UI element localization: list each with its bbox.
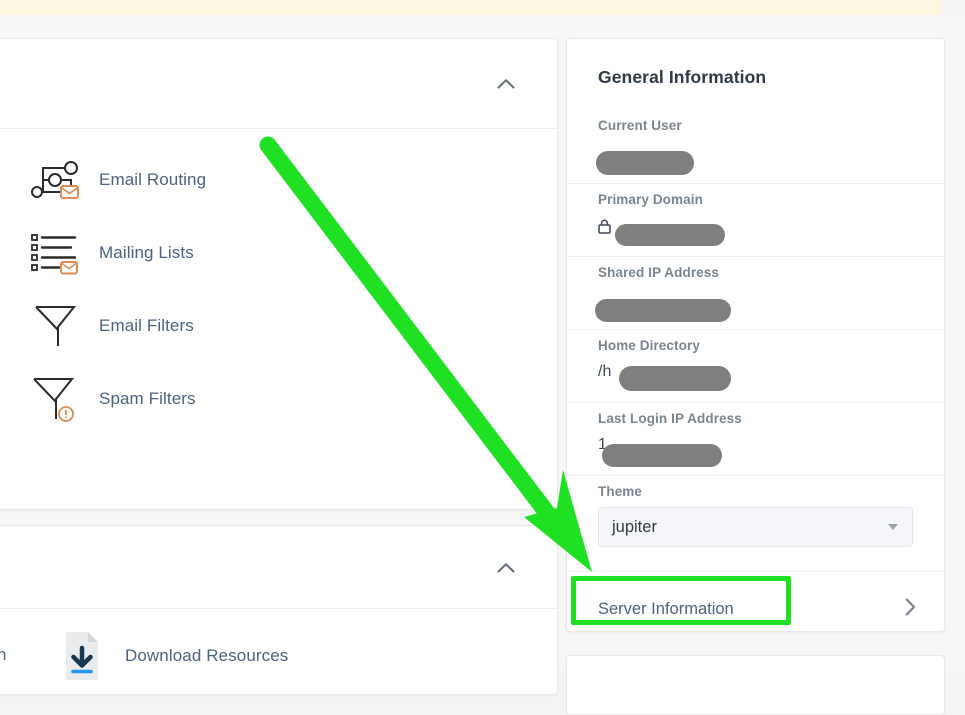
- top-notification-banner: [0, 0, 942, 15]
- chevron-right-icon: [905, 598, 916, 621]
- info-label: Current User: [598, 118, 682, 133]
- app-label: Download Resources: [125, 645, 289, 665]
- redaction-blob: [602, 444, 722, 467]
- app-item-email-filters[interactable]: Email Filters: [0, 289, 557, 362]
- funnel-alert-icon: [29, 373, 81, 425]
- info-row-primary-domain: Primary Domain: [567, 183, 944, 256]
- funnel-icon: [29, 300, 81, 352]
- app-label: Mailing Lists: [99, 242, 194, 262]
- theme-label: Theme: [598, 484, 643, 499]
- page-title: General Information: [598, 67, 767, 87]
- redaction-blob: [595, 299, 731, 322]
- app-item-spam-filters[interactable]: Spam Filters: [0, 362, 557, 435]
- theme-select[interactable]: jupiter: [598, 507, 913, 547]
- general-information-rows: Current User Primary Domain Shared IP Ad…: [567, 110, 944, 646]
- email-section-card: Email Routing Mailing Lists Email Filter…: [0, 38, 558, 510]
- info-label: Home Directory: [598, 338, 700, 353]
- info-label: Primary Domain: [598, 192, 703, 207]
- app-item-email-routing[interactable]: Email Routing: [0, 143, 557, 216]
- redaction-blob: [596, 151, 694, 175]
- chevron-down-icon: [888, 524, 898, 530]
- secondary-section-header: [0, 526, 557, 608]
- email-app-list: Email Routing Mailing Lists Email Filter…: [0, 129, 557, 435]
- info-row-current-user: Current User: [567, 110, 944, 183]
- theme-selected-value: jupiter: [612, 517, 657, 536]
- secondary-right-card: [566, 655, 945, 715]
- app-label: Spam Filters: [99, 388, 196, 408]
- theme-setting: Theme jupiter: [567, 475, 944, 571]
- redaction-blob: [615, 224, 725, 246]
- info-row-shared-ip-address: Shared IP Address: [567, 256, 944, 329]
- chevron-up-icon[interactable]: [495, 73, 517, 95]
- app-label: Email Filters: [99, 315, 194, 335]
- app-label: Email Routing: [99, 169, 207, 189]
- info-row-last-login-ip-address: Last Login IP Address 1: [567, 402, 944, 475]
- lock-icon: [598, 219, 612, 234]
- email-routing-icon: [29, 154, 81, 206]
- info-label: Last Login IP Address: [598, 411, 742, 426]
- email-section-header: [0, 39, 557, 128]
- general-information-card: General Information Current User Primary…: [566, 38, 945, 632]
- info-row-home-directory: Home Directory /h: [567, 329, 944, 402]
- secondary-section-card: tion Download Resources: [0, 525, 558, 695]
- chevron-up-icon[interactable]: [495, 556, 517, 578]
- app-item-mailing-lists[interactable]: Mailing Lists: [0, 216, 557, 289]
- info-label: Shared IP Address: [598, 265, 719, 280]
- secondary-app-list: tion Download Resources: [0, 609, 557, 692]
- redaction-blob: [619, 366, 731, 391]
- file-download-icon: [55, 630, 107, 682]
- highlight-box-server-information: [571, 576, 791, 625]
- mailing-lists-icon: [29, 227, 81, 279]
- app-item-download-resources[interactable]: tion Download Resources: [0, 619, 557, 692]
- cutoff-app-label: tion: [0, 645, 7, 664]
